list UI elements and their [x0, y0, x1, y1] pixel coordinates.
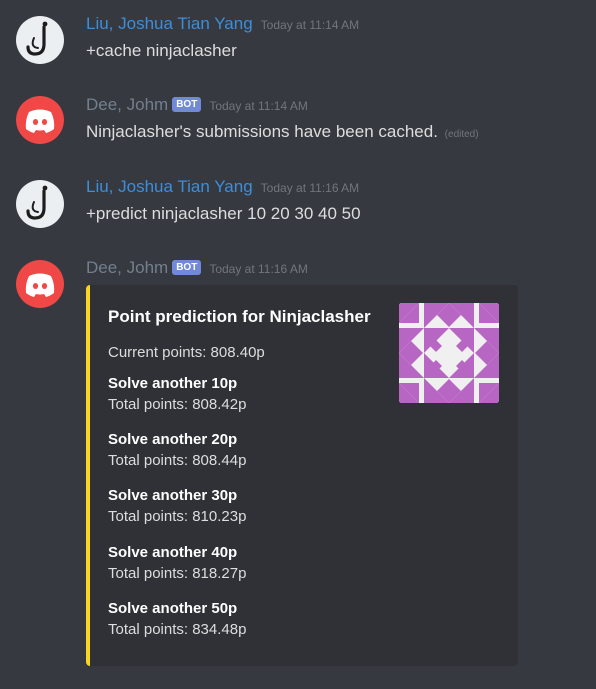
timestamp: Today at 11:14 AM	[260, 18, 360, 32]
field-name: Solve another 10p	[108, 375, 238, 392]
rich-embed: Point prediction for Ninjaclasher Curren…	[86, 285, 518, 666]
field-value: Total points: 808.42p	[108, 396, 247, 413]
field-value: Total points: 834.48p	[108, 621, 247, 638]
message-text: Ninjaclasher's submissions have been cac…	[86, 122, 438, 141]
bot-tag: BOT	[172, 97, 202, 112]
message-1: Liu, Joshua Tian Yang Today at 11:14 AM +…	[0, 0, 596, 80]
field-value: Total points: 818.27p	[108, 565, 247, 582]
message-header: Dee, Johm BOT Today at 11:14 AM	[86, 95, 308, 116]
message-2: Dee, Johm BOT Today at 11:14 AM Ninjaclash…	[0, 80, 596, 160]
field-value: Total points: 810.23p	[108, 508, 247, 525]
timestamp: Today at 11:14 AM	[209, 99, 308, 113]
embed-field: Solve another 40p Total points: 818.27p	[108, 543, 388, 585]
username[interactable]: Liu, Joshua Tian Yang	[86, 14, 253, 33]
message-content: +cache ninjaclasher	[86, 41, 237, 60]
user-avatar[interactable]	[16, 16, 64, 64]
user-logo-icon	[26, 185, 48, 220]
discord-logo-icon	[25, 109, 55, 133]
field-value: Total points: 808.44p	[108, 452, 247, 469]
embed-field: Solve another 50p Total points: 834.48p	[108, 599, 388, 641]
field-name: Solve another 30p	[108, 487, 238, 504]
user-logo-icon	[26, 21, 48, 56]
message-header: Liu, Joshua Tian Yang Today at 11:16 AM	[86, 177, 359, 198]
bot-avatar[interactable]	[16, 96, 64, 144]
message-header: Liu, Joshua Tian Yang Today at 11:14 AM	[86, 14, 359, 35]
field-name: Solve another 40p	[108, 544, 238, 561]
user-avatar[interactable]	[16, 180, 64, 228]
embed-description: Current points: 808.40p	[108, 344, 265, 361]
username[interactable]: Liu, Joshua Tian Yang	[86, 177, 253, 196]
discord-logo-icon	[25, 273, 55, 297]
embed-thumbnail[interactable]	[399, 303, 499, 403]
embed-field: Solve another 30p Total points: 810.23p	[108, 486, 388, 528]
message-content: +predict ninjaclasher 10 20 30 40 50	[86, 204, 361, 223]
message-header: Dee, Johm BOT Today at 11:16 AM	[86, 258, 308, 279]
timestamp: Today at 11:16 AM	[209, 262, 308, 276]
edited-indicator: (edited)	[444, 129, 479, 140]
embed-title: Point prediction for Ninjaclasher	[108, 307, 371, 326]
message-3: Liu, Joshua Tian Yang Today at 11:16 AM +…	[0, 160, 596, 250]
embed-field: Solve another 20p Total points: 808.44p	[108, 430, 388, 472]
field-name: Solve another 20p	[108, 431, 238, 448]
bot-avatar[interactable]	[16, 260, 64, 308]
bot-username[interactable]: Dee, Johm	[86, 95, 168, 114]
bot-username[interactable]: Dee, Johm	[86, 258, 168, 277]
timestamp: Today at 11:16 AM	[260, 181, 360, 195]
message-content: Ninjaclasher's submissions have been cac…	[86, 121, 479, 146]
identicon-icon	[399, 303, 499, 403]
bot-tag: BOT	[172, 260, 202, 275]
embed-field: Solve another 10p Total points: 808.42p	[108, 374, 388, 416]
field-name: Solve another 50p	[108, 600, 238, 617]
